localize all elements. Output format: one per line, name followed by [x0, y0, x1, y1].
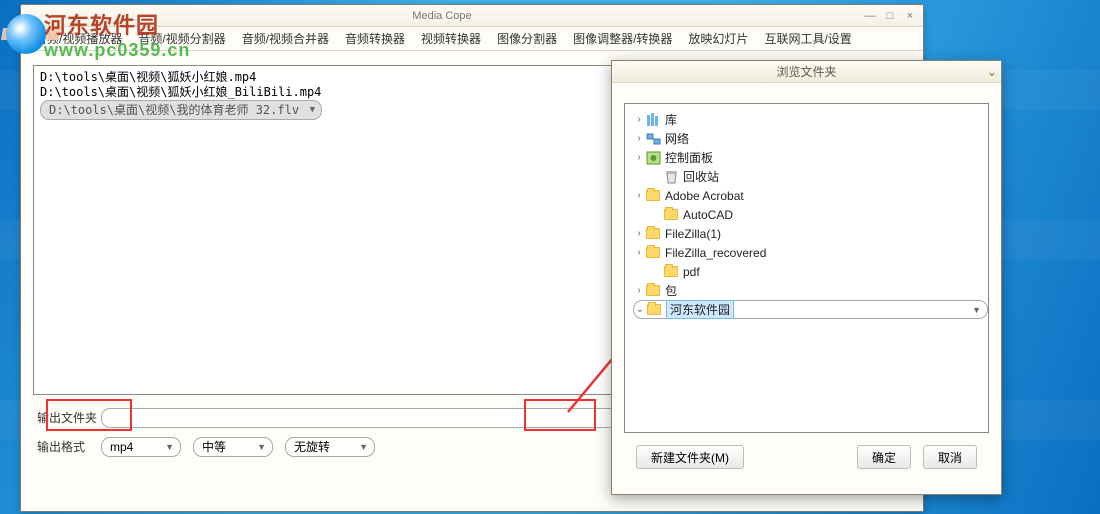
close-button[interactable]: × — [903, 10, 917, 22]
tree-item[interactable]: › FileZilla(1) — [633, 224, 988, 243]
tab-音频/视频分割器[interactable]: 音频/视频分割器 — [130, 26, 233, 50]
tab-音频/视频播放器[interactable]: 音频/视频播放器 — [27, 26, 130, 50]
tree-label: 库 — [665, 111, 677, 128]
expander-icon[interactable]: › — [633, 114, 645, 125]
tree-label: Adobe Acrobat — [665, 189, 744, 203]
tab-图像调整器/转换器[interactable]: 图像调整器/转换器 — [565, 26, 680, 50]
tree-item[interactable]: › Adobe Acrobat — [633, 186, 988, 205]
titlebar[interactable]: Media Cope — □ × — [21, 5, 923, 27]
minimize-button[interactable]: — — [863, 10, 877, 22]
file-row[interactable]: D:\tools\桌面\视频\我的体育老师 32.flv — [40, 100, 322, 120]
expander-icon[interactable]: › — [633, 228, 645, 239]
rotate-select[interactable]: 无旋转 — [285, 437, 375, 457]
folder-icon — [663, 207, 679, 223]
folder-icon — [663, 264, 679, 280]
tree-item[interactable]: 回收站 — [633, 167, 988, 186]
dialog-titlebar[interactable]: 浏览文件夹 ⌄ — [612, 61, 1001, 83]
tree-label: FileZilla_recovered — [665, 246, 766, 260]
net-icon — [645, 131, 661, 147]
tree-label: pdf — [683, 265, 700, 279]
tab-图像分割器[interactable]: 图像分割器 — [489, 26, 565, 50]
tree-label: 控制面板 — [665, 149, 713, 166]
expander-icon[interactable]: › — [633, 133, 645, 144]
tree-label: AutoCAD — [683, 208, 733, 222]
ok-button[interactable]: 确定 — [857, 445, 911, 469]
expander-icon[interactable]: › — [633, 190, 645, 201]
expander-icon[interactable]: › — [633, 285, 645, 296]
tab-放映幻灯片[interactable]: 放映幻灯片 — [680, 26, 756, 50]
tree-item[interactable]: ›库 — [633, 110, 988, 129]
dialog-close-icon[interactable]: ⌄ — [983, 64, 1001, 80]
tree-item[interactable]: › 网络 — [633, 129, 988, 148]
cancel-button[interactable]: 取消 — [923, 445, 977, 469]
tree-item[interactable]: ›包 — [633, 281, 988, 300]
window-title: Media Cope — [21, 10, 863, 22]
quality-select[interactable]: 中等 — [193, 437, 273, 457]
tree-item[interactable]: › FileZilla_recovered — [633, 243, 988, 262]
folder-icon — [645, 188, 661, 204]
folder-icon — [645, 283, 661, 299]
tree-item[interactable]: ⌄ 河东软件园 — [633, 300, 988, 319]
output-folder-label: 输出文件夹 — [33, 407, 101, 428]
output-format-label: 输出格式 — [33, 436, 89, 457]
tree-label: FileZilla(1) — [665, 227, 721, 241]
folder-tree[interactable]: ›库›网络›控制面板回收站›Adobe AcrobatAutoCAD›FileZ… — [624, 103, 989, 433]
tree-label: 包 — [665, 282, 677, 299]
tree-item[interactable]: AutoCAD — [633, 205, 988, 224]
tab-音频转换器[interactable]: 音频转换器 — [337, 26, 413, 50]
folder-icon — [646, 302, 662, 318]
cpl-icon — [645, 150, 661, 166]
maximize-button[interactable]: □ — [883, 10, 897, 22]
tab-视频转换器[interactable]: 视频转换器 — [413, 26, 489, 50]
tree-item[interactable]: › 控制面板 — [633, 148, 988, 167]
folder-icon — [645, 226, 661, 242]
tab-bar: 音频/视频播放器音频/视频分割器音频/视频合并器音频转换器视频转换器图像分割器图… — [21, 27, 923, 51]
tree-label: 回收站 — [683, 168, 719, 185]
lib-icon — [645, 112, 661, 128]
tree-item[interactable]: pdf — [633, 262, 988, 281]
tab-互联网工具/设置[interactable]: 互联网工具/设置 — [756, 26, 859, 50]
expander-icon[interactable]: ⌄ — [634, 304, 646, 315]
expander-icon[interactable]: › — [633, 247, 645, 258]
new-folder-button[interactable]: 新建文件夹(M) — [636, 445, 744, 469]
expander-icon[interactable]: › — [633, 152, 645, 163]
bin-icon — [663, 169, 679, 185]
format-select[interactable]: mp4 — [101, 437, 181, 457]
tab-音频/视频合并器[interactable]: 音频/视频合并器 — [234, 26, 337, 50]
browse-folder-dialog: 浏览文件夹 ⌄ ›库›网络›控制面板回收站›Adobe AcrobatAutoC… — [611, 60, 1002, 495]
dialog-title: 浏览文件夹 — [630, 63, 983, 80]
tree-label: 网络 — [665, 130, 689, 147]
folder-icon — [645, 245, 661, 261]
tree-label: 河东软件园 — [666, 300, 734, 319]
